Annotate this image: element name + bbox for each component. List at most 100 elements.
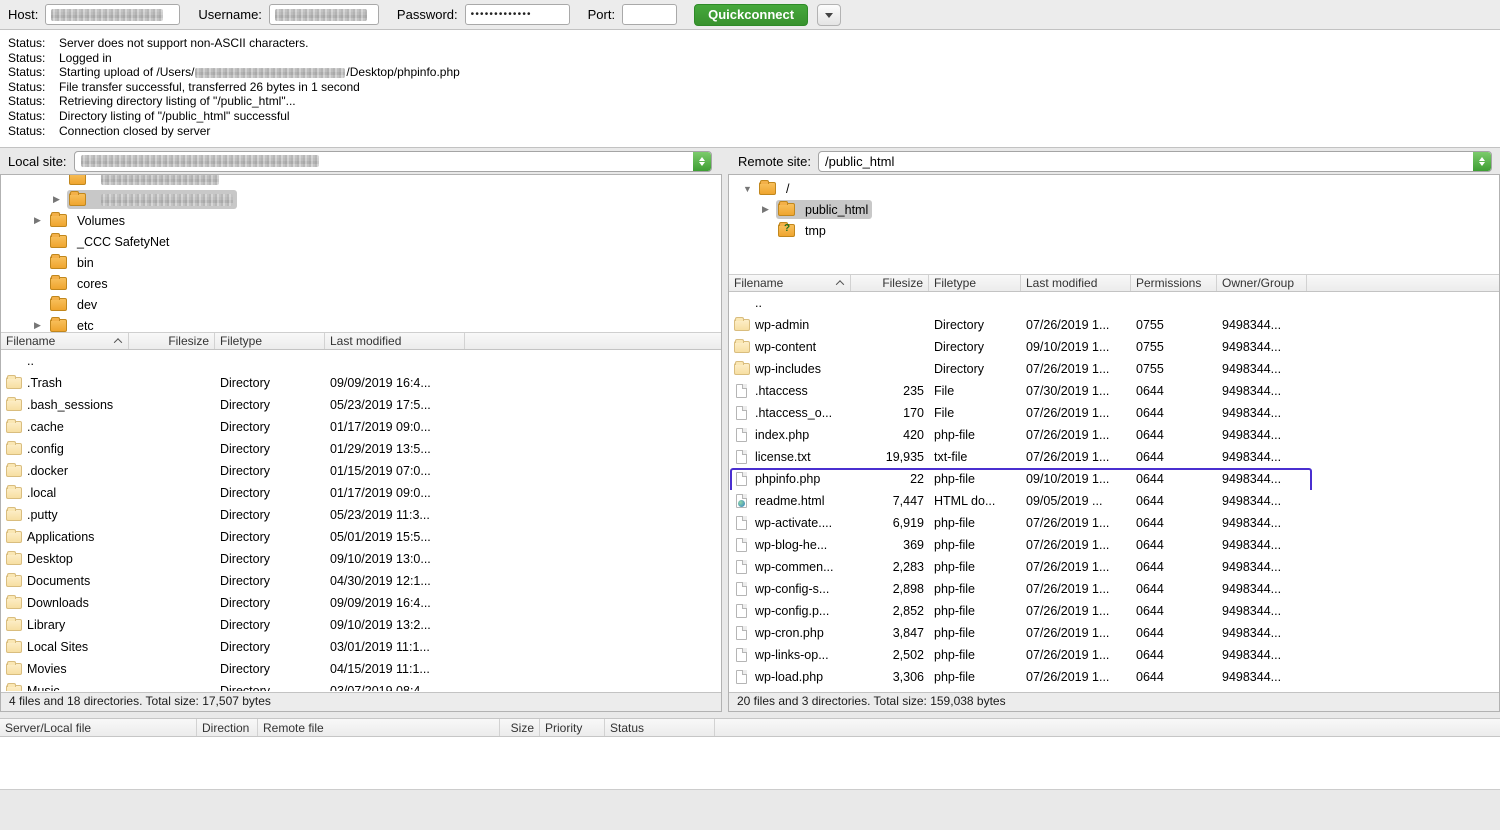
- tree-item[interactable]: bin: [1, 252, 721, 273]
- column-header-direction[interactable]: Direction: [197, 719, 258, 736]
- file-type: File: [929, 402, 1021, 424]
- quickconnect-button[interactable]: Quickconnect: [694, 4, 808, 26]
- tree-item[interactable]: cores: [1, 273, 721, 294]
- file-type-icon: [734, 341, 750, 353]
- file-type-icon: [736, 604, 747, 618]
- tree-item[interactable]: tmp: [729, 220, 1499, 241]
- tree-item[interactable]: ▶ Volumes: [1, 210, 721, 231]
- file-row[interactable]: .htaccess 235 File 07/30/2019 1... 0644 …: [729, 380, 1499, 402]
- file-type: Directory: [215, 658, 325, 680]
- queue-list-empty[interactable]: [0, 737, 1500, 790]
- quickconnect-dropdown-button[interactable]: [817, 4, 841, 26]
- password-input[interactable]: •••••••••••••: [465, 4, 570, 25]
- column-header-size[interactable]: Size: [500, 719, 540, 736]
- file-modified: 05/23/2019 17:5...: [325, 394, 465, 416]
- file-row[interactable]: Applications Directory 05/01/2019 15:5..…: [1, 526, 721, 548]
- file-row[interactable]: wp-blog-he... 369 php-file 07/26/2019 1.…: [729, 534, 1499, 556]
- status-message: File transfer successful, transferred 26…: [59, 80, 360, 95]
- file-row[interactable]: Movies Directory 04/15/2019 11:1...: [1, 658, 721, 680]
- file-row[interactable]: .putty Directory 05/23/2019 11:3...: [1, 504, 721, 526]
- disclosure-arrow-icon[interactable]: ▶: [53, 194, 67, 205]
- local-site-combo[interactable]: [74, 151, 712, 172]
- column-header-priority[interactable]: Priority: [540, 719, 605, 736]
- remote-site-combo[interactable]: /public_html: [818, 151, 1492, 172]
- file-row[interactable]: wp-activate.... 6,919 php-file 07/26/201…: [729, 512, 1499, 534]
- file-row[interactable]: Downloads Directory 09/09/2019 16:4...: [1, 592, 721, 614]
- column-header-filename[interactable]: Filename: [729, 275, 851, 291]
- file-row[interactable]: license.txt 19,935 txt-file 07/26/2019 1…: [729, 446, 1499, 468]
- file-row[interactable]: Library Directory 09/10/2019 13:2...: [1, 614, 721, 636]
- column-header-filesize[interactable]: Filesize: [851, 275, 929, 291]
- combo-popup-icon[interactable]: [1473, 152, 1491, 171]
- file-row[interactable]: Documents Directory 04/30/2019 12:1...: [1, 570, 721, 592]
- tree-item[interactable]: dev: [1, 294, 721, 315]
- combo-popup-icon[interactable]: [693, 152, 711, 171]
- file-row[interactable]: .bash_sessions Directory 05/23/2019 17:5…: [1, 394, 721, 416]
- file-permissions: 0644: [1131, 666, 1217, 688]
- file-row[interactable]: Desktop Directory 09/10/2019 13:0...: [1, 548, 721, 570]
- column-header-permissions[interactable]: Permissions: [1131, 275, 1217, 291]
- file-row[interactable]: .htaccess_o... 170 File 07/26/2019 1... …: [729, 402, 1499, 424]
- file-type: Directory: [215, 548, 325, 570]
- column-header-status[interactable]: Status: [605, 719, 715, 736]
- file-size: [129, 372, 215, 394]
- tree-item[interactable]: ▶ public_html: [729, 199, 1499, 220]
- file-row[interactable]: wp-includes Directory 07/26/2019 1... 07…: [729, 358, 1499, 380]
- file-modified: 09/09/2019 16:4...: [325, 592, 465, 614]
- disclosure-arrow-icon[interactable]: ▶: [762, 204, 776, 215]
- column-header-filename[interactable]: Filename: [1, 333, 129, 349]
- file-type: Directory: [929, 314, 1021, 336]
- file-row[interactable]: wp-config-s... 2,898 php-file 07/26/2019…: [729, 578, 1499, 600]
- file-row[interactable]: wp-config.p... 2,852 php-file 07/26/2019…: [729, 600, 1499, 622]
- column-header-last-modified[interactable]: Last modified: [1021, 275, 1131, 291]
- status-line: Status: Starting upload of /Users//Deskt…: [0, 65, 1500, 80]
- file-row[interactable]: wp-links-op... 2,502 php-file 07/26/2019…: [729, 644, 1499, 666]
- file-row[interactable]: phpinfo.php 22 php-file 09/10/2019 1... …: [729, 468, 1499, 490]
- file-row[interactable]: wp-cron.php 3,847 php-file 07/26/2019 1.…: [729, 622, 1499, 644]
- file-type: Directory: [215, 680, 325, 691]
- file-row[interactable]: wp-admin Directory 07/26/2019 1... 0755 …: [729, 314, 1499, 336]
- tree-item[interactable]: _CCC SafetyNet: [1, 231, 721, 252]
- tree-item-label: public_html: [805, 203, 868, 217]
- file-row[interactable]: index.php 420 php-file 07/26/2019 1... 0…: [729, 424, 1499, 446]
- file-row[interactable]: .cache Directory 01/17/2019 09:0...: [1, 416, 721, 438]
- file-type-icon: [736, 406, 747, 420]
- file-row[interactable]: wp-load.php 3,306 php-file 07/26/2019 1.…: [729, 666, 1499, 688]
- column-header-filesize[interactable]: Filesize: [129, 333, 215, 349]
- file-row[interactable]: Music Directory 03/07/2019 08:4...: [1, 680, 721, 691]
- file-type: Directory: [215, 592, 325, 614]
- disclosure-arrow-icon[interactable]: ▶: [34, 215, 48, 226]
- file-owner-group: 9498344...: [1217, 380, 1307, 402]
- host-input[interactable]: [45, 4, 180, 25]
- file-name: wp-links-op...: [755, 644, 829, 666]
- column-header-last-modified[interactable]: Last modified: [325, 333, 465, 349]
- file-row[interactable]: ..: [729, 292, 1499, 314]
- file-type-icon: [734, 319, 750, 331]
- file-row[interactable]: Local Sites Directory 03/01/2019 11:1...: [1, 636, 721, 658]
- disclosure-arrow-icon[interactable]: ▶: [34, 320, 48, 331]
- column-header-filetype[interactable]: Filetype: [215, 333, 325, 349]
- file-row[interactable]: wp-commen... 2,283 php-file 07/26/2019 1…: [729, 556, 1499, 578]
- column-header-remote-file[interactable]: Remote file: [258, 719, 500, 736]
- tree-item[interactable]: ▼ /: [729, 178, 1499, 199]
- file-row[interactable]: ..: [1, 350, 721, 372]
- tree-item[interactable]: [1, 175, 721, 189]
- column-header-owner-group[interactable]: Owner/Group: [1217, 275, 1307, 291]
- username-input[interactable]: [269, 4, 379, 25]
- tree-item[interactable]: ▶: [1, 189, 721, 210]
- port-input[interactable]: [622, 4, 677, 25]
- file-row[interactable]: wp-content Directory 09/10/2019 1... 075…: [729, 336, 1499, 358]
- file-size: [129, 482, 215, 504]
- column-header-filetype[interactable]: Filetype: [929, 275, 1021, 291]
- file-row[interactable]: .local Directory 01/17/2019 09:0...: [1, 482, 721, 504]
- column-header-server-local-file[interactable]: Server/Local file: [0, 719, 197, 736]
- file-row[interactable]: readme.html 7,447 HTML do... 09/05/2019 …: [729, 490, 1499, 512]
- local-file-list: .. .Trash Directory 09/09/2019 16:4...: [1, 350, 721, 691]
- file-row[interactable]: .docker Directory 01/15/2019 07:0...: [1, 460, 721, 482]
- file-row[interactable]: .Trash Directory 09/09/2019 16:4...: [1, 372, 721, 394]
- file-owner-group: 9498344...: [1217, 556, 1307, 578]
- tree-item[interactable]: ▶ etc: [1, 315, 721, 332]
- file-type-icon: [6, 377, 22, 389]
- file-row[interactable]: .config Directory 01/29/2019 13:5...: [1, 438, 721, 460]
- disclosure-arrow-icon[interactable]: ▼: [743, 184, 757, 194]
